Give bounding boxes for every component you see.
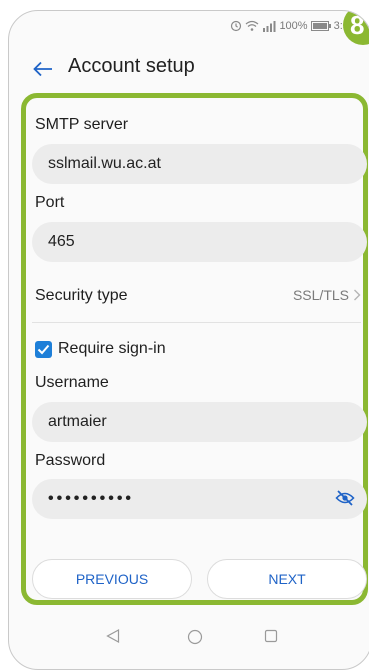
next-button[interactable]: NEXT: [207, 559, 367, 599]
password-value: ••••••••••: [48, 490, 135, 507]
status-icons: 100% 3:52: [230, 20, 355, 32]
username-input[interactable]: artmaier: [32, 402, 367, 442]
checkmark-icon: [37, 344, 50, 354]
password-input[interactable]: ••••••••••: [32, 479, 367, 519]
require-signin-checkbox[interactable]: [35, 340, 52, 358]
port-input[interactable]: 465: [32, 222, 367, 262]
security-type-value: SSL/TLS: [292, 287, 349, 303]
previous-button[interactable]: PREVIOUS: [32, 559, 192, 599]
require-signin-label: Require sign-in: [58, 340, 166, 357]
smtp-settings-form: SMTP server sslmail.wu.ac.at Port 465 Se…: [21, 93, 368, 605]
port-value: 465: [48, 233, 75, 250]
status-bar: 100% 3:52 8: [9, 10, 369, 45]
require-signin-row[interactable]: Require sign-in: [35, 338, 166, 360]
smtp-server-value: sslmail.wu.ac.at: [48, 155, 161, 172]
phone-frame: 100% 3:52 8 Account setup SMTP server ss…: [8, 10, 369, 670]
alarm-icon: [231, 20, 242, 32]
circle-home-icon[interactable]: [187, 629, 203, 645]
username-label: Username: [35, 374, 109, 391]
divider: [32, 322, 361, 323]
battery-icon: [310, 21, 331, 31]
battery-percent: 100%: [279, 20, 308, 32]
port-label: Port: [35, 194, 65, 211]
step-number: 8: [350, 10, 365, 40]
security-type-selector: SSL/TLS: [293, 287, 361, 303]
password-label: Password: [35, 452, 106, 469]
page-title: Account setup: [68, 55, 195, 77]
smtp-server-input[interactable]: sslmail.wu.ac.at: [32, 144, 367, 184]
smtp-server-label: SMTP server: [35, 116, 129, 133]
username-value: artmaier: [48, 413, 107, 430]
security-type-label: Security type: [35, 287, 128, 304]
back-button[interactable]: [27, 53, 59, 85]
triangle-back-icon[interactable]: [106, 629, 120, 643]
step-badge: 8: [343, 10, 369, 45]
security-type-row[interactable]: Security type SSL/TLS: [26, 271, 363, 321]
signal-icon: [263, 20, 276, 32]
wifi-icon: [246, 20, 259, 31]
app-bar: Account setup: [9, 47, 369, 91]
eye-off-icon[interactable]: [335, 489, 355, 507]
square-recents-icon[interactable]: [264, 629, 278, 643]
arrow-left-icon: [33, 61, 52, 77]
chevron-right-icon: [354, 289, 361, 301]
